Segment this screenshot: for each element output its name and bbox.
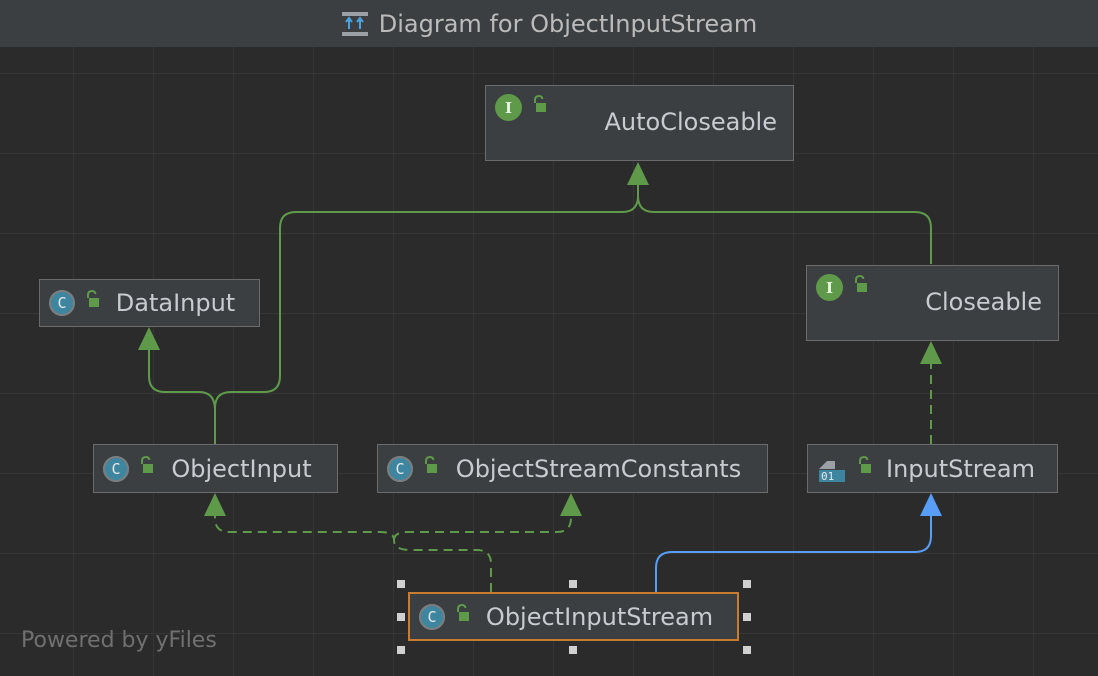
class-icon: C bbox=[387, 455, 413, 482]
node-inputstream[interactable]: 01 InputStream bbox=[807, 444, 1058, 493]
public-lock-icon bbox=[457, 603, 469, 621]
node-closeable[interactable]: I Closeable bbox=[806, 265, 1059, 341]
node-label: AutoCloseable bbox=[604, 108, 777, 136]
arrow-autocloseable bbox=[627, 162, 649, 185]
class-icon: C bbox=[419, 603, 445, 630]
edge-objectinput-autocloseable bbox=[214, 195, 639, 444]
edge-ois-inputstream bbox=[655, 506, 932, 592]
abstract-binary-label: 01 bbox=[821, 470, 834, 483]
node-objectstreamconstants[interactable]: C ObjectStreamConstants bbox=[377, 444, 768, 493]
node-objectinputstream[interactable]: C ObjectInputStream bbox=[408, 592, 739, 641]
resize-handle-ne[interactable] bbox=[743, 580, 751, 588]
interface-icon: I bbox=[816, 274, 843, 301]
node-label: InputStream bbox=[886, 454, 1035, 483]
node-label: ObjectInput bbox=[171, 454, 312, 483]
resize-handle-se[interactable] bbox=[743, 646, 751, 654]
public-lock-icon bbox=[425, 455, 437, 473]
edge-ois-objectstreamconstants bbox=[393, 504, 572, 541]
node-label: DataInput bbox=[115, 289, 236, 317]
class-icon: C bbox=[49, 290, 75, 316]
resize-handle-e[interactable] bbox=[743, 613, 751, 621]
edge-objectinput-datainput bbox=[148, 340, 216, 411]
node-autocloseable[interactable]: I AutoCloseable bbox=[485, 85, 794, 161]
public-lock-icon bbox=[855, 274, 867, 292]
arrow-objectinput bbox=[204, 493, 226, 516]
public-lock-icon bbox=[141, 455, 153, 473]
node-label: ObjectStreamConstants bbox=[455, 454, 742, 483]
edge-closeable-autocloseable bbox=[637, 175, 932, 264]
resize-handle-n[interactable] bbox=[569, 580, 577, 588]
edge-ois-objectinput bbox=[214, 504, 492, 592]
resize-handle-s[interactable] bbox=[569, 646, 577, 654]
resize-handle-nw[interactable] bbox=[397, 580, 405, 588]
class-icon: C bbox=[103, 455, 129, 482]
arrow-closeable bbox=[920, 341, 942, 364]
public-lock-icon bbox=[859, 455, 871, 473]
arrow-inputstream bbox=[920, 493, 942, 516]
resize-handle-sw[interactable] bbox=[397, 646, 405, 654]
node-objectinput[interactable]: C ObjectInput bbox=[93, 444, 338, 493]
node-datainput[interactable]: C DataInput bbox=[39, 279, 260, 327]
node-label: ObjectInputStream bbox=[485, 602, 714, 631]
public-lock-icon bbox=[534, 94, 546, 112]
interface-icon: I bbox=[495, 94, 522, 121]
resize-handle-w[interactable] bbox=[397, 613, 405, 621]
abstract-class-icon: 01 bbox=[819, 460, 845, 483]
public-lock-icon bbox=[87, 290, 99, 307]
arrow-objectstreamconstants bbox=[560, 493, 582, 516]
arrow-datainput bbox=[138, 327, 160, 350]
node-label: Closeable bbox=[925, 288, 1042, 316]
powered-by-label: Powered by yFiles bbox=[21, 628, 217, 653]
